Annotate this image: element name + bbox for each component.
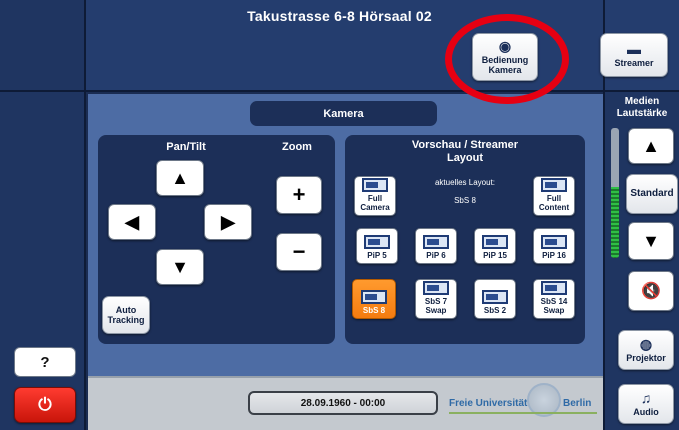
help-button[interactable]: ? [14,347,76,377]
auto-tracking-button[interactable]: Auto Tracking [102,296,150,334]
audio-button[interactable]: ♫ Audio [618,384,674,424]
layout-sbs2-button[interactable]: SbS 2 [474,279,516,319]
pan-up-button[interactable]: ▲ [156,160,204,196]
left-panel [0,92,86,430]
pan-left-button[interactable]: ◀ [108,204,156,240]
layout-sbs8-button[interactable]: SbS 8 [352,279,396,319]
current-layout-label: aktuelles Layout: [434,178,496,187]
layout-icon [423,235,449,249]
power-button[interactable]: ⏻ [14,387,76,423]
standard-label: Standard [630,188,674,199]
layout-label: PiP 15 [483,251,507,260]
monitor-icon: ▬ [627,41,641,57]
monitor-icon [541,178,567,192]
streamer-button[interactable]: ▬ Streamer [600,33,668,77]
layout-icon [541,235,567,249]
full-content-label: Full Content [538,194,570,212]
layout-icon [482,290,508,304]
datetime-display: 28.09.1960 - 00:00 [248,391,438,415]
layout-label: PiP 5 [367,251,387,260]
zoom-out-button[interactable]: − [276,233,322,271]
layout-icon [541,281,567,295]
auto-tracking-label: Auto Tracking [107,305,145,325]
layout-label: SbS 8 [362,306,386,315]
fu-logo-underline [449,412,597,414]
current-layout-value: SbS 8 [454,196,476,205]
media-volume-title: Medien Lautstärke [616,96,668,119]
mute-button[interactable]: 🔇 [628,271,674,311]
zoom-label: Zoom [282,141,312,153]
fu-logo-right: Berlin [563,398,592,409]
arrow-down-icon: ▼ [171,256,189,277]
arrow-right-icon: ▶ [221,211,235,232]
volume-up-button[interactable]: ▲ [628,128,674,164]
layout-sbs14-swap-button[interactable]: SbS 14 Swap [533,279,575,319]
fu-logo-left: Freie Universität [449,398,528,409]
pan-right-button[interactable]: ▶ [204,204,252,240]
audio-label: Audio [633,407,659,417]
help-label: ? [40,353,50,371]
arrow-left-icon: ◀ [125,211,139,232]
projector-button[interactable]: ◍ Projektor [618,330,674,370]
full-content-button[interactable]: Full Content [533,176,575,216]
layout-icon [423,281,449,295]
preview-layout-title: Vorschau / Streamer Layout [411,139,519,164]
layout-pip16-button[interactable]: PiP 16 [533,228,575,264]
volume-standard-button[interactable]: Standard [626,174,678,214]
layout-label: SbS 2 [483,306,507,315]
pan-down-button[interactable]: ▼ [156,249,204,285]
layout-label: PiP 16 [542,251,566,260]
volume-meter [611,128,619,258]
full-camera-button[interactable]: Full Camera [354,176,396,216]
zoom-in-label: + [292,182,306,207]
layout-pip5-button[interactable]: PiP 5 [356,228,398,264]
layout-pip6-button[interactable]: PiP 6 [415,228,457,264]
layout-label: PiP 6 [426,251,446,260]
layout-label: SbS 14 Swap [540,297,568,315]
volume-down-button[interactable]: ▼ [628,222,674,260]
full-camera-label: Full Camera [360,194,390,212]
layout-icon [364,235,390,249]
camera-icon [362,178,388,192]
mute-icon: 🔇 [641,283,661,300]
layout-sbs7-swap-button[interactable]: SbS 7 Swap [415,279,457,319]
camera-header: Kamera [250,101,437,126]
highlight-ring [445,14,569,104]
audio-icon: ♫ [640,390,652,406]
zoom-out-label: − [292,239,306,264]
pan-tilt-label: Pan/Tilt [166,141,206,153]
volume-level [611,186,619,258]
arrow-up-icon: ▲ [171,167,189,188]
arrow-down-icon: ▼ [642,230,660,251]
zoom-in-button[interactable]: + [276,176,322,214]
layout-label: SbS 7 Swap [424,297,448,315]
layout-icon [361,290,387,304]
streamer-label: Streamer [614,58,654,68]
layout-pip15-button[interactable]: PiP 15 [474,228,516,264]
projector-icon: ◍ [639,336,653,352]
power-icon: ⏻ [38,395,52,414]
arrow-up-icon: ▲ [642,135,660,156]
layout-icon [482,235,508,249]
page-title: Takustrasse 6-8 Hörsaal 02 [247,8,432,24]
projector-label: Projektor [626,353,666,363]
